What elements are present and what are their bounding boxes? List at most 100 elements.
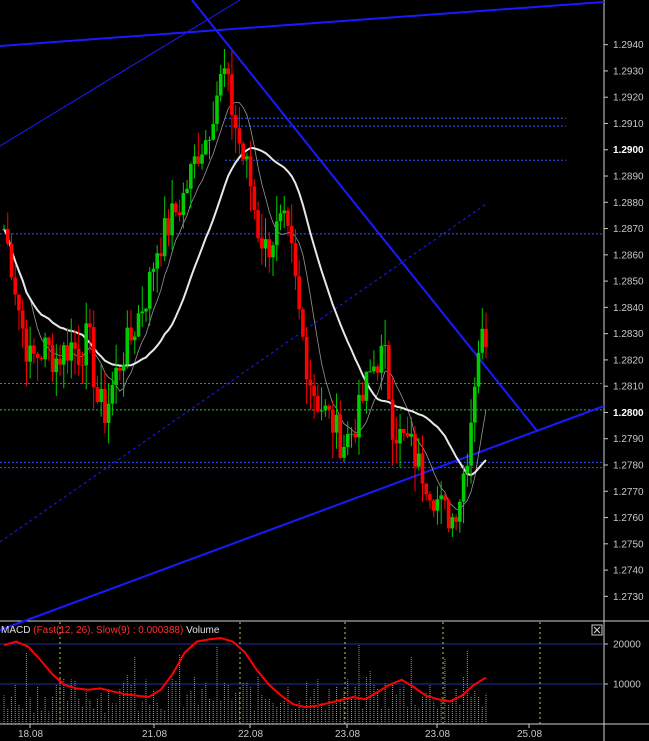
candle-body [20, 310, 25, 329]
candle-body [443, 495, 447, 501]
price-tick-label: 1.2830 [613, 329, 644, 340]
candle-body [185, 188, 189, 194]
price-tick-label: 1.2790 [613, 434, 644, 445]
candle-body [428, 494, 432, 501]
candle-body [84, 323, 89, 366]
candle-body [61, 345, 66, 365]
candle-body [312, 385, 316, 397]
price-tick-label: 1.2850 [613, 277, 644, 288]
candle-body [342, 446, 346, 458]
candle-body [230, 74, 234, 115]
time-tick-label: 23.08 [425, 729, 450, 740]
candle-body [360, 394, 365, 401]
candle-body [54, 358, 59, 373]
candle-body [170, 203, 174, 236]
time-tick-label: 23.08 [335, 729, 360, 740]
candle-body [278, 213, 283, 222]
candle-body [458, 501, 462, 522]
chart: 1.2730 1.2740 1.2750 1.2760 1.2770 1.2780 1.27… [0, 0, 649, 741]
candle-body [484, 328, 488, 348]
candle-body [35, 353, 40, 359]
candle-body [91, 327, 96, 388]
candle-body [424, 483, 429, 495]
candle-body [222, 68, 227, 75]
candle-body [69, 342, 74, 361]
candle-body [151, 268, 156, 272]
candle-body [308, 379, 313, 386]
candle-body [114, 367, 118, 385]
indicator-tick-label: 10000 [613, 680, 641, 691]
candle-body [260, 238, 264, 249]
indicator-label: MACD (Fast(12, 26), Slow(9) : 0.000388) … [1, 625, 220, 636]
candle-body [252, 186, 257, 211]
candle-body [401, 428, 406, 433]
price-tick-label: 1.2800 [613, 408, 644, 419]
candle-body [241, 143, 245, 160]
candle-body [215, 95, 219, 124]
price-tick-label: 1.2890 [613, 172, 644, 183]
time-tick-label: 25.08 [517, 729, 542, 740]
candle-body [174, 203, 178, 213]
candle-body [76, 348, 81, 365]
indicator-tick-label: 20000 [613, 640, 641, 651]
time-tick-label: 21.08 [142, 729, 167, 740]
candle-body [88, 323, 92, 328]
candle-body [106, 403, 111, 423]
candle-body [416, 453, 421, 467]
candle-body [99, 388, 103, 402]
candle-body [431, 500, 436, 511]
candle-body [480, 328, 485, 353]
candle-body [73, 342, 77, 349]
candle-body [196, 156, 201, 164]
candle-body [132, 336, 137, 341]
candle-body [472, 386, 477, 423]
candle-body [372, 366, 376, 372]
candle-body [409, 433, 414, 437]
candle-body [349, 433, 354, 435]
candle-body [200, 154, 204, 164]
candle-body [226, 68, 230, 75]
candle-body [248, 156, 253, 187]
candle-body [379, 345, 384, 373]
candle-body [345, 433, 350, 447]
price-tick-label: 1.2770 [613, 487, 644, 498]
candle-body [413, 433, 417, 467]
candle-body [263, 239, 268, 249]
candle-body [282, 210, 287, 214]
candle-body [405, 432, 410, 437]
volume-label: Volume [186, 625, 220, 636]
candle-body [301, 309, 305, 337]
candle-body [58, 358, 62, 365]
candle-body [155, 253, 159, 269]
indicator-close-button[interactable] [591, 624, 603, 636]
price-tick-label: 1.2750 [613, 539, 644, 550]
candle-body [24, 328, 29, 362]
candle-body [162, 218, 167, 257]
candle-body [323, 405, 328, 411]
candle-body [50, 344, 55, 373]
price-tick-label: 1.2910 [613, 119, 644, 130]
candle-body [319, 410, 324, 412]
candle-body [211, 123, 216, 140]
macd-params: (Fast(12, 26), Slow(9) : 0.000388) [33, 625, 186, 636]
candle-body [420, 453, 425, 484]
candle-body [450, 517, 455, 529]
price-tick-label: 1.2820 [613, 355, 644, 366]
candle-body [398, 428, 402, 444]
candle-body [245, 156, 249, 160]
price-tick-label: 1.2880 [613, 198, 644, 209]
macd-label: MACD [1, 625, 33, 636]
price-tick-label: 1.2730 [613, 592, 644, 603]
candle-body [274, 221, 279, 246]
candle-body [144, 308, 148, 312]
price-tick-label: 1.2810 [613, 382, 644, 393]
candle-body [331, 409, 335, 433]
candle-body [465, 465, 470, 474]
candle-body [286, 210, 290, 226]
price-tick-label: 1.2920 [613, 93, 644, 104]
price-tick-label: 1.2900 [613, 145, 644, 156]
candle-body [65, 345, 70, 361]
candle-body [43, 337, 47, 360]
candle-body [17, 294, 21, 311]
candle-body [218, 74, 223, 96]
